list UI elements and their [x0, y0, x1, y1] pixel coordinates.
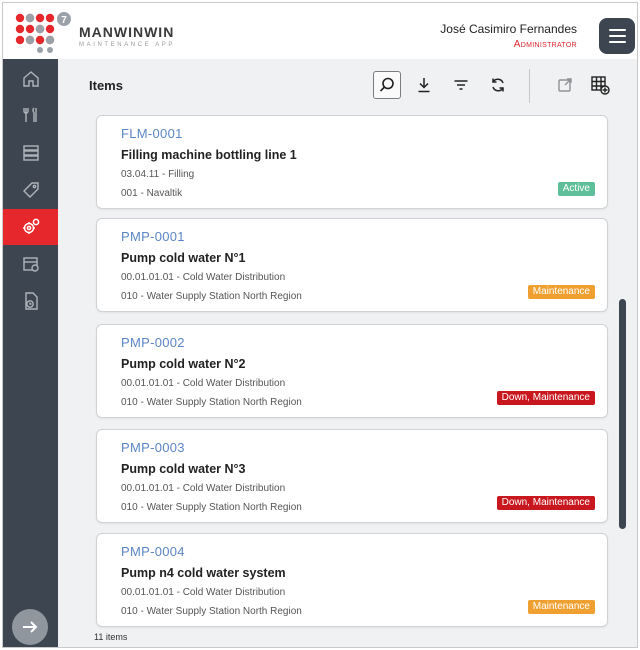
- item-name: Filling machine bottling line 1: [121, 148, 297, 162]
- items-gear-icon: [22, 218, 39, 234]
- hamburger-menu-button[interactable]: [599, 18, 635, 54]
- brand: MANWINWIN MAINTENANCE APP: [79, 25, 175, 48]
- download-button[interactable]: [410, 71, 438, 99]
- status-badge: Maintenance: [527, 285, 595, 299]
- arrow-right-icon: [23, 621, 38, 633]
- document-clock-icon: [24, 292, 38, 310]
- item-name: Pump cold water N°3: [121, 462, 246, 476]
- open-external-button[interactable]: [551, 71, 579, 99]
- item-name: Pump cold water N°2: [121, 357, 246, 371]
- item-card[interactable]: PMP-0003 Pump cold water N°3 00.01.01.01…: [96, 429, 608, 523]
- download-icon: [418, 78, 430, 93]
- open-external-icon: [558, 78, 572, 92]
- expand-sidebar-button[interactable]: [12, 609, 48, 645]
- page-title: Items: [89, 78, 123, 93]
- manwinwin-logo: 7: [15, 12, 71, 53]
- user-role: Administrator: [513, 39, 577, 50]
- item-code[interactable]: PMP-0001: [121, 229, 185, 244]
- items-list: FLM-0001 Filling machine bottling line 1…: [92, 113, 612, 631]
- brand-subtitle: MAINTENANCE APP: [79, 42, 176, 48]
- sidebar-item-planning[interactable]: [3, 246, 58, 282]
- calendar-gear-icon: [22, 257, 39, 272]
- home-icon: [22, 71, 39, 87]
- refresh-icon: [492, 78, 504, 92]
- item-site: 010 - Water Supply Station North Region: [121, 291, 302, 302]
- status-badge: Active: [557, 182, 595, 196]
- item-location: 03.04.11 - Filling: [121, 169, 195, 180]
- item-code[interactable]: PMP-0004: [121, 544, 185, 559]
- sidebar-item-items[interactable]: [3, 209, 58, 245]
- sidebar-item-reports[interactable]: [3, 283, 58, 319]
- toolbar: Items: [58, 59, 637, 113]
- item-site: 010 - Water Supply Station North Region: [121, 502, 302, 513]
- search-button[interactable]: [373, 71, 401, 99]
- app-header: 7 MANWINWIN MAINTENANCE APP José Casimir…: [3, 3, 637, 59]
- refresh-button[interactable]: [484, 71, 512, 99]
- filter-icon: [454, 80, 468, 90]
- item-card[interactable]: PMP-0004 Pump n4 cold water system 00.01…: [96, 533, 608, 627]
- sidebar-item-assets[interactable]: [3, 135, 58, 171]
- menu-line: [608, 29, 626, 31]
- tools-icon: [22, 107, 37, 122]
- item-location: 00.01.01.01 - Cold Water Distribution: [121, 378, 286, 389]
- items-count: 11 items: [94, 632, 128, 642]
- item-name: Pump cold water N°1: [121, 251, 246, 265]
- item-location: 00.01.01.01 - Cold Water Distribution: [121, 272, 286, 283]
- sidebar-item-tags[interactable]: [3, 172, 58, 208]
- app-window: 7 MANWINWIN MAINTENANCE APP José Casimir…: [2, 2, 638, 648]
- item-code[interactable]: FLM-0001: [121, 126, 183, 141]
- brand-name: MANWINWIN: [79, 24, 175, 40]
- status-badge: Down, Maintenance: [496, 496, 595, 510]
- filter-button[interactable]: [447, 71, 475, 99]
- item-name: Pump n4 cold water system: [121, 566, 286, 580]
- item-site: 010 - Water Supply Station North Region: [121, 606, 302, 617]
- item-location: 00.01.01.01 - Cold Water Distribution: [121, 587, 286, 598]
- item-code[interactable]: PMP-0002: [121, 335, 185, 350]
- add-grid-icon: [591, 76, 610, 95]
- main-content: Items FLM-0001 Filling machine bottling …: [58, 59, 637, 647]
- user-info[interactable]: José Casimiro Fernandes Administrator: [440, 22, 577, 51]
- logo-badge: 7: [61, 15, 67, 26]
- tag-icon: [22, 182, 39, 198]
- search-icon: [379, 77, 394, 92]
- server-icon: [22, 145, 39, 161]
- toolbar-separator: [529, 69, 530, 103]
- item-card[interactable]: PMP-0002 Pump cold water N°2 00.01.01.01…: [96, 324, 608, 418]
- menu-line: [608, 41, 626, 43]
- menu-line: [608, 35, 626, 37]
- item-card[interactable]: PMP-0001 Pump cold water N°1 00.01.01.01…: [96, 218, 608, 312]
- status-badge: Down, Maintenance: [496, 391, 595, 405]
- sidebar-item-home[interactable]: [3, 61, 58, 97]
- add-grid-button[interactable]: [586, 71, 614, 99]
- list-scrollbar[interactable]: [619, 299, 626, 529]
- sidebar: [3, 59, 58, 647]
- sidebar-item-tools[interactable]: [3, 97, 58, 133]
- item-site: 010 - Water Supply Station North Region: [121, 397, 302, 408]
- item-card[interactable]: FLM-0001 Filling machine bottling line 1…: [96, 115, 608, 209]
- item-code[interactable]: PMP-0003: [121, 440, 185, 455]
- status-badge: Maintenance: [527, 600, 595, 614]
- user-name: José Casimiro Fernandes: [440, 22, 577, 36]
- item-site: 001 - Navaltik: [121, 188, 183, 199]
- item-location: 00.01.01.01 - Cold Water Distribution: [121, 483, 286, 494]
